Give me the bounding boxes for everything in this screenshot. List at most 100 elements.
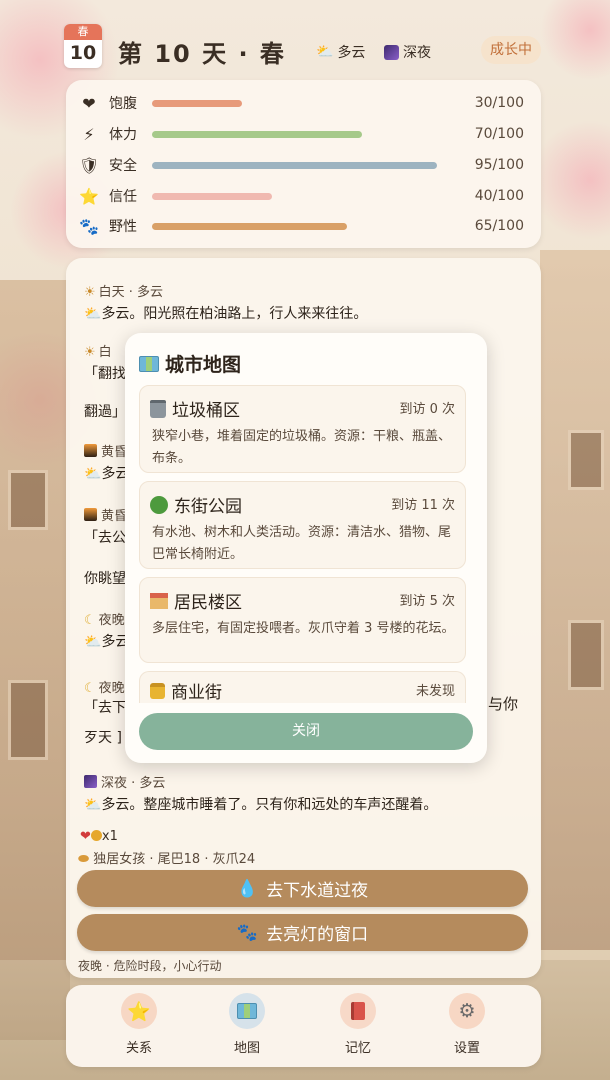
time-of-day-indicator: 深夜	[384, 42, 431, 62]
bottom-nav: ⭐ 关系 地图 记忆 ⚙ 设置	[66, 985, 541, 1067]
night-icon	[84, 775, 97, 788]
log-text-partial: 与你	[488, 695, 519, 713]
log-entry-partial: ☀ 白	[84, 345, 112, 360]
house-icon	[150, 592, 168, 609]
log-text-partial: 「去下	[84, 700, 126, 716]
log-text-partial: 翻過」	[84, 404, 126, 420]
location-visits: 到访 11 次	[391, 498, 455, 513]
heart-icon: ❤	[82, 93, 96, 113]
stat-value: 70/100	[474, 126, 524, 142]
stat-label: 野性	[109, 219, 137, 235]
companion-line: ⬬ 独居女孩 · 尾巴18 · 灰爪24	[78, 852, 256, 867]
stat-row: ❤ 饱腹 30/100	[66, 91, 541, 115]
stat-bar-fill	[152, 130, 362, 138]
location-name: 商业街	[171, 683, 222, 703]
date-badge: 春 10	[64, 24, 102, 68]
nav-settings[interactable]: ⚙ 设置	[432, 993, 502, 1056]
book-icon	[340, 993, 376, 1029]
coin-icon	[90, 830, 102, 841]
map-icon	[139, 355, 159, 372]
star-icon: ⭐	[79, 186, 99, 206]
log-text-partial: 「去公	[84, 530, 126, 546]
log-text-partial: 歹天 ]	[84, 730, 122, 746]
log-text-partial: 你眺望	[84, 571, 126, 587]
growth-status-badge: 成长中	[481, 36, 541, 64]
stat-label: 信任	[109, 189, 137, 205]
nav-map[interactable]: 地图	[212, 993, 282, 1056]
day-number: 10	[69, 42, 97, 64]
season-label: 春	[64, 24, 102, 40]
stat-value: 30/100	[474, 95, 524, 111]
water-drop-icon: 💧	[236, 878, 259, 899]
paw-icon: 🐾	[236, 922, 259, 943]
stat-bar	[152, 161, 452, 169]
inventory-line: ❤ x1	[80, 829, 118, 844]
location-name: 居民楼区	[174, 593, 242, 613]
modal-title: 城市地图	[139, 350, 241, 377]
city-map-modal[interactable]: 城市地图 垃圾桶区 到访 0 次 狭窄小巷，堆着固定的垃圾桶。资源：干粮、瓶盖、…	[125, 333, 487, 763]
location-name: 垃圾桶区	[172, 401, 240, 421]
location-visits: 到访 5 次	[399, 594, 455, 609]
log-night-header: 深夜 · 多云	[84, 772, 165, 791]
location-desc: 有水池、树木和人类活动。资源：清洁水、猎物、尾巴常长椅附近。	[152, 525, 452, 562]
stat-value: 65/100	[474, 218, 524, 234]
log-day-header: ☀ 白天 · 多云	[84, 285, 164, 300]
log-text-partial: ⛅多云	[84, 466, 130, 482]
nav-relations[interactable]: ⭐ 关系	[104, 993, 174, 1056]
cloudy-icon: ⛅	[84, 797, 102, 813]
dusk-icon	[84, 508, 97, 521]
gear-icon: ⚙	[449, 993, 485, 1029]
close-button[interactable]: 关闭	[139, 713, 473, 750]
location-card-commercial[interactable]: 商业街 未发现	[139, 671, 466, 703]
stat-row: ⭐ 信任 40/100	[66, 184, 541, 208]
log-text-partial: ⛅多云	[84, 634, 130, 650]
location-visits: 未发现	[415, 684, 455, 699]
log-text-partial: 「翻找	[84, 366, 126, 382]
heart-icon: ❤	[80, 829, 91, 844]
nav-memory[interactable]: 记忆	[323, 993, 393, 1056]
stat-bar-fill	[152, 222, 347, 230]
stat-row: ⚡ 体力 70/100	[66, 122, 541, 146]
stat-bar-fill	[152, 192, 272, 200]
weather-label: 多云	[337, 45, 366, 61]
log-entry-partial: ☾ 夜晚	[84, 681, 125, 696]
cloudy-icon: ⛅	[316, 44, 334, 60]
lock-icon	[150, 682, 165, 699]
location-desc: 狭窄小巷，堆着固定的垃圾桶。资源：干粮、瓶盖、布条。	[152, 429, 452, 466]
moon-icon: ☾	[84, 613, 96, 628]
dusk-icon	[84, 444, 97, 457]
stat-bar	[152, 222, 452, 230]
star-icon: ⭐	[121, 993, 157, 1029]
cloudy-icon: ⛅	[84, 466, 102, 482]
window-action-button[interactable]: 🐾 去亮灯的窗口	[77, 914, 528, 951]
location-visits: 到访 0 次	[399, 402, 455, 417]
stat-bar-fill	[152, 161, 437, 169]
stat-bar	[152, 99, 452, 107]
stat-label: 安全	[109, 158, 137, 174]
page-title: 第 10 天 · 春	[118, 40, 286, 68]
stat-row: 🛡 安全 95/100	[66, 153, 541, 177]
shield-icon: 🛡	[79, 155, 100, 175]
cloudy-icon: ⛅	[84, 306, 102, 322]
danger-note: 夜晚 · 危险时段，小心行动	[78, 959, 222, 973]
location-card-trash[interactable]: 垃圾桶区 到访 0 次 狭窄小巷，堆着固定的垃圾桶。资源：干粮、瓶盖、布条。	[139, 385, 466, 473]
trash-can-icon	[150, 399, 166, 418]
log-entry-partial: 黄昏	[84, 441, 127, 460]
sewer-action-button[interactable]: 💧 去下水道过夜	[77, 870, 528, 907]
location-name: 东街公园	[174, 497, 242, 517]
log-night-text: ⛅多云。整座城市睡着了。只有你和远处的车声还醒着。	[84, 797, 438, 813]
stats-panel: ❤ 饱腹 30/100 ⚡ 体力 70/100 🛡 安全 95/100 ⭐ 信任 40/100 🐾 野性 6…	[66, 80, 541, 248]
location-card-park[interactable]: 东街公园 到访 11 次 有水池、树木和人类活动。资源：清洁水、猎物、尾巴常长椅…	[139, 481, 466, 569]
cloudy-icon: ⛅	[84, 634, 102, 650]
log-day-text: ⛅多云。阳光照在柏油路上，行人来来往往。	[84, 306, 368, 322]
sun-icon: ☀	[84, 285, 96, 300]
time-of-day-label: 深夜	[403, 45, 431, 61]
log-entry-partial: 黄昏	[84, 505, 127, 524]
stat-label: 饱腹	[109, 96, 137, 112]
log-entry-partial: ☾ 夜晚	[84, 613, 125, 628]
location-card-residential[interactable]: 居民楼区 到访 5 次 多层住宅，有固定投喂者。灰爪守着 3 号楼的花坛。	[139, 577, 466, 663]
stat-value: 40/100	[474, 188, 524, 204]
stat-bar	[152, 130, 452, 138]
map-icon	[229, 993, 265, 1029]
paw-icon: 🐾	[79, 216, 99, 236]
